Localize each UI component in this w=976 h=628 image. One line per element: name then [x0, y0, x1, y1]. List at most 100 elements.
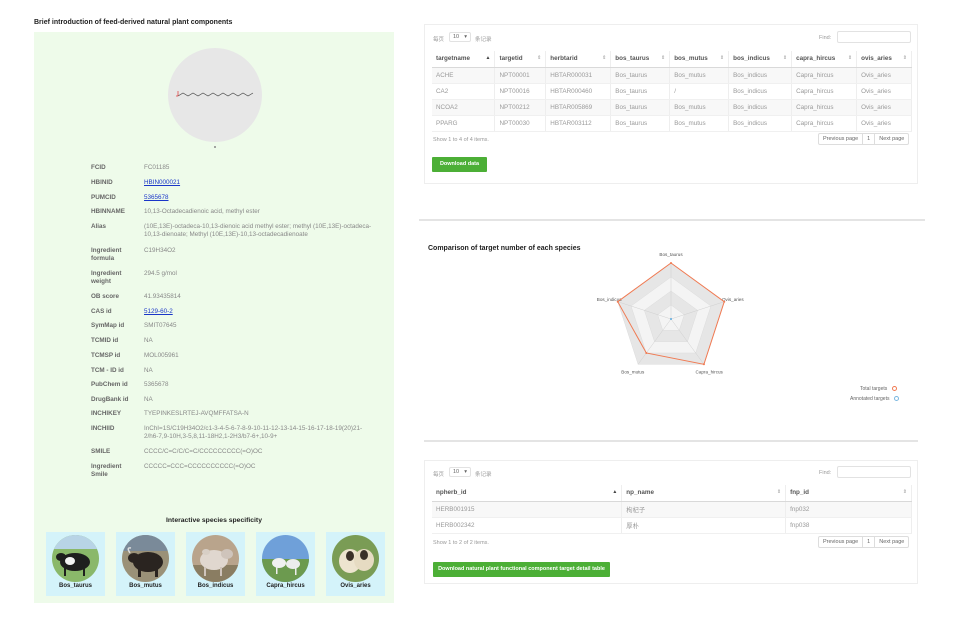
info-value: 5365678 — [144, 381, 169, 388]
info-value-link[interactable]: HBIN000021 — [144, 179, 374, 187]
prev-page-button[interactable]: Previous page — [819, 134, 864, 144]
info-value: CCCCC=CCC=CCCCCCCCCC(=O)OC — [144, 463, 256, 470]
radar-point[interactable] — [670, 318, 672, 320]
sort-icon[interactable]: ⇕ — [903, 55, 907, 61]
page-size-select[interactable]: 10 ▾ — [449, 32, 471, 42]
bos-taurus-photo — [52, 535, 99, 582]
column-header[interactable]: capra_hircus ⇕ — [791, 51, 858, 68]
table-cell: fnp038 — [785, 517, 912, 534]
sort-icon[interactable]: ⇕ — [537, 55, 541, 61]
column-header[interactable]: fnp_id ⇕ — [785, 485, 912, 502]
info-label: CAS id — [91, 308, 112, 315]
column-header[interactable]: bos_indicus ⇕ — [728, 51, 793, 68]
info-label: INCHIID — [91, 425, 115, 432]
radar-axis-label: Bos_taurus — [659, 252, 683, 257]
species-card-bos-mutus[interactable]: Bos_mutus — [116, 532, 175, 596]
column-header[interactable]: bos_mutus ⇕ — [669, 51, 730, 68]
sort-icon[interactable]: ⇕ — [777, 489, 781, 495]
table-cell: NCOA2 — [432, 99, 496, 116]
table-cell: Ovis_aries — [856, 83, 912, 100]
table-cell: Bos_mutus — [669, 99, 730, 116]
legend-total-label: Total targets — [860, 386, 888, 392]
sort-icon[interactable]: ⇕ — [848, 55, 852, 61]
table-cell: Ovis_aries — [856, 115, 912, 132]
sort-icon[interactable]: ⇕ — [783, 55, 787, 61]
herb-table: npherb_id ▲ np_name ⇕ fnp_id ⇕ HERB001915 枸杞子 f… — [432, 485, 912, 534]
pagination: Previous page 1 Next page — [818, 536, 910, 548]
chart-title: Comparison of target number of each spec… — [428, 245, 581, 252]
column-header-label: fnp_id — [790, 489, 809, 497]
sort-icon[interactable]: ▲ — [612, 489, 617, 495]
page-size-select[interactable]: 10 ▾ — [449, 467, 471, 477]
legend-annotated[interactable]: Annotated targets — [850, 396, 899, 402]
info-label: PubChem id — [91, 381, 128, 388]
info-label: OB score — [91, 293, 119, 300]
table-cell: Bos_taurus — [610, 99, 671, 116]
table-cell: NPT00001 — [494, 67, 547, 84]
find-input[interactable] — [837, 31, 911, 43]
species-card-ovis-aries[interactable]: Ovis_aries — [326, 532, 385, 596]
radar-chart: Bos_taurus Ovis_aries Capra_hircus Bos_mutu… — [597, 252, 745, 375]
table-cell: Capra_hircus — [791, 99, 858, 116]
table-cell: Bos_mutus — [669, 67, 730, 84]
info-value: (10E,13E)-octadeca-10,13-dienoic acid me… — [144, 223, 372, 238]
info-label: PUMCID — [91, 194, 116, 201]
info-value: 294.5 g/mol — [144, 270, 177, 277]
next-page-button[interactable]: Next page — [875, 134, 908, 144]
download-detail-table-button[interactable]: Download natural plant functional compon… — [433, 562, 610, 577]
column-header-label: capra_hircus — [796, 55, 836, 63]
info-value: SMIT07645 — [144, 322, 177, 329]
info-value-link[interactable]: 5365678 — [144, 194, 374, 202]
info-value: TYEPINKESLRTEJ-AVQMFFATSA-N — [144, 410, 249, 417]
table-info: Show 1 to 4 of 4 items. — [433, 137, 489, 143]
table-cell: ACHE — [432, 67, 496, 84]
table-cell: PPARG — [432, 115, 496, 132]
column-header[interactable]: targetname ▲ — [432, 51, 496, 68]
column-header[interactable]: ovis_aries ⇕ — [856, 51, 912, 68]
download-data-button[interactable]: Download data — [432, 157, 487, 172]
species-section-title: Interactive species specificity — [166, 517, 262, 524]
page-number-button[interactable]: 1 — [863, 537, 876, 547]
legend-total[interactable]: Total targets — [860, 386, 897, 392]
info-value: MOL005961 — [144, 352, 179, 359]
info-value: C19H34O2 — [144, 247, 176, 254]
info-value: 41.93435814 — [144, 293, 181, 300]
column-header[interactable]: bos_taurus ⇕ — [610, 51, 671, 68]
species-card-bos-indicus[interactable]: Bos_indicus — [186, 532, 245, 596]
column-header[interactable]: npherb_id ▲ — [432, 485, 623, 502]
radar-point[interactable] — [702, 363, 705, 366]
sort-icon[interactable]: ⇕ — [720, 55, 724, 61]
table-cell: 厚朴 — [621, 517, 787, 534]
radar-point[interactable] — [645, 351, 648, 354]
info-value-link[interactable]: 5129-60-2 — [144, 308, 374, 316]
prev-page-button[interactable]: Previous page — [819, 537, 864, 547]
column-header-label: npherb_id — [436, 489, 467, 497]
sort-icon[interactable]: ▲ — [486, 55, 491, 61]
table-row: ACHE NPT00001 HBTAR000031 Bos_taurus Bos_mut… — [432, 67, 912, 84]
target-table-panel: 每页 10 ▾ 条记录 Find: targetname ▲ targetid ⇕ her… — [424, 24, 918, 184]
radar-point[interactable] — [670, 262, 672, 264]
sort-icon[interactable]: ⇕ — [903, 489, 907, 495]
radar-point[interactable] — [616, 300, 619, 303]
carousel-dot[interactable] — [214, 146, 216, 148]
column-header-label: np_name — [626, 489, 654, 497]
sort-icon[interactable]: ⇕ — [661, 55, 665, 61]
table-cell: 枸杞子 — [621, 501, 787, 518]
column-header[interactable]: np_name ⇕ — [621, 485, 787, 502]
find-input[interactable] — [837, 466, 911, 478]
species-card-bos-taurus[interactable]: Bos_taurus — [46, 532, 105, 596]
species-card-capra-hircus[interactable]: Capra_hircus — [256, 532, 315, 596]
column-header[interactable]: herbtarid ⇕ — [545, 51, 612, 68]
next-page-button[interactable]: Next page — [875, 537, 908, 547]
ovis-aries-photo — [332, 535, 379, 582]
table-row: HERB001915 枸杞子 fnp032 — [432, 501, 912, 518]
page-number-button[interactable]: 1 — [863, 134, 876, 144]
info-label: FCID — [91, 164, 106, 171]
column-header[interactable]: targetid ⇕ — [494, 51, 547, 68]
table-info: Show 1 to 2 of 2 items. — [433, 540, 489, 546]
radar-point[interactable] — [723, 300, 726, 303]
table-cell: Bos_indicus — [728, 115, 793, 132]
column-header-label: bos_taurus — [615, 55, 650, 63]
sort-icon[interactable]: ⇕ — [602, 55, 606, 61]
species-name: Bos_mutus — [129, 583, 162, 589]
